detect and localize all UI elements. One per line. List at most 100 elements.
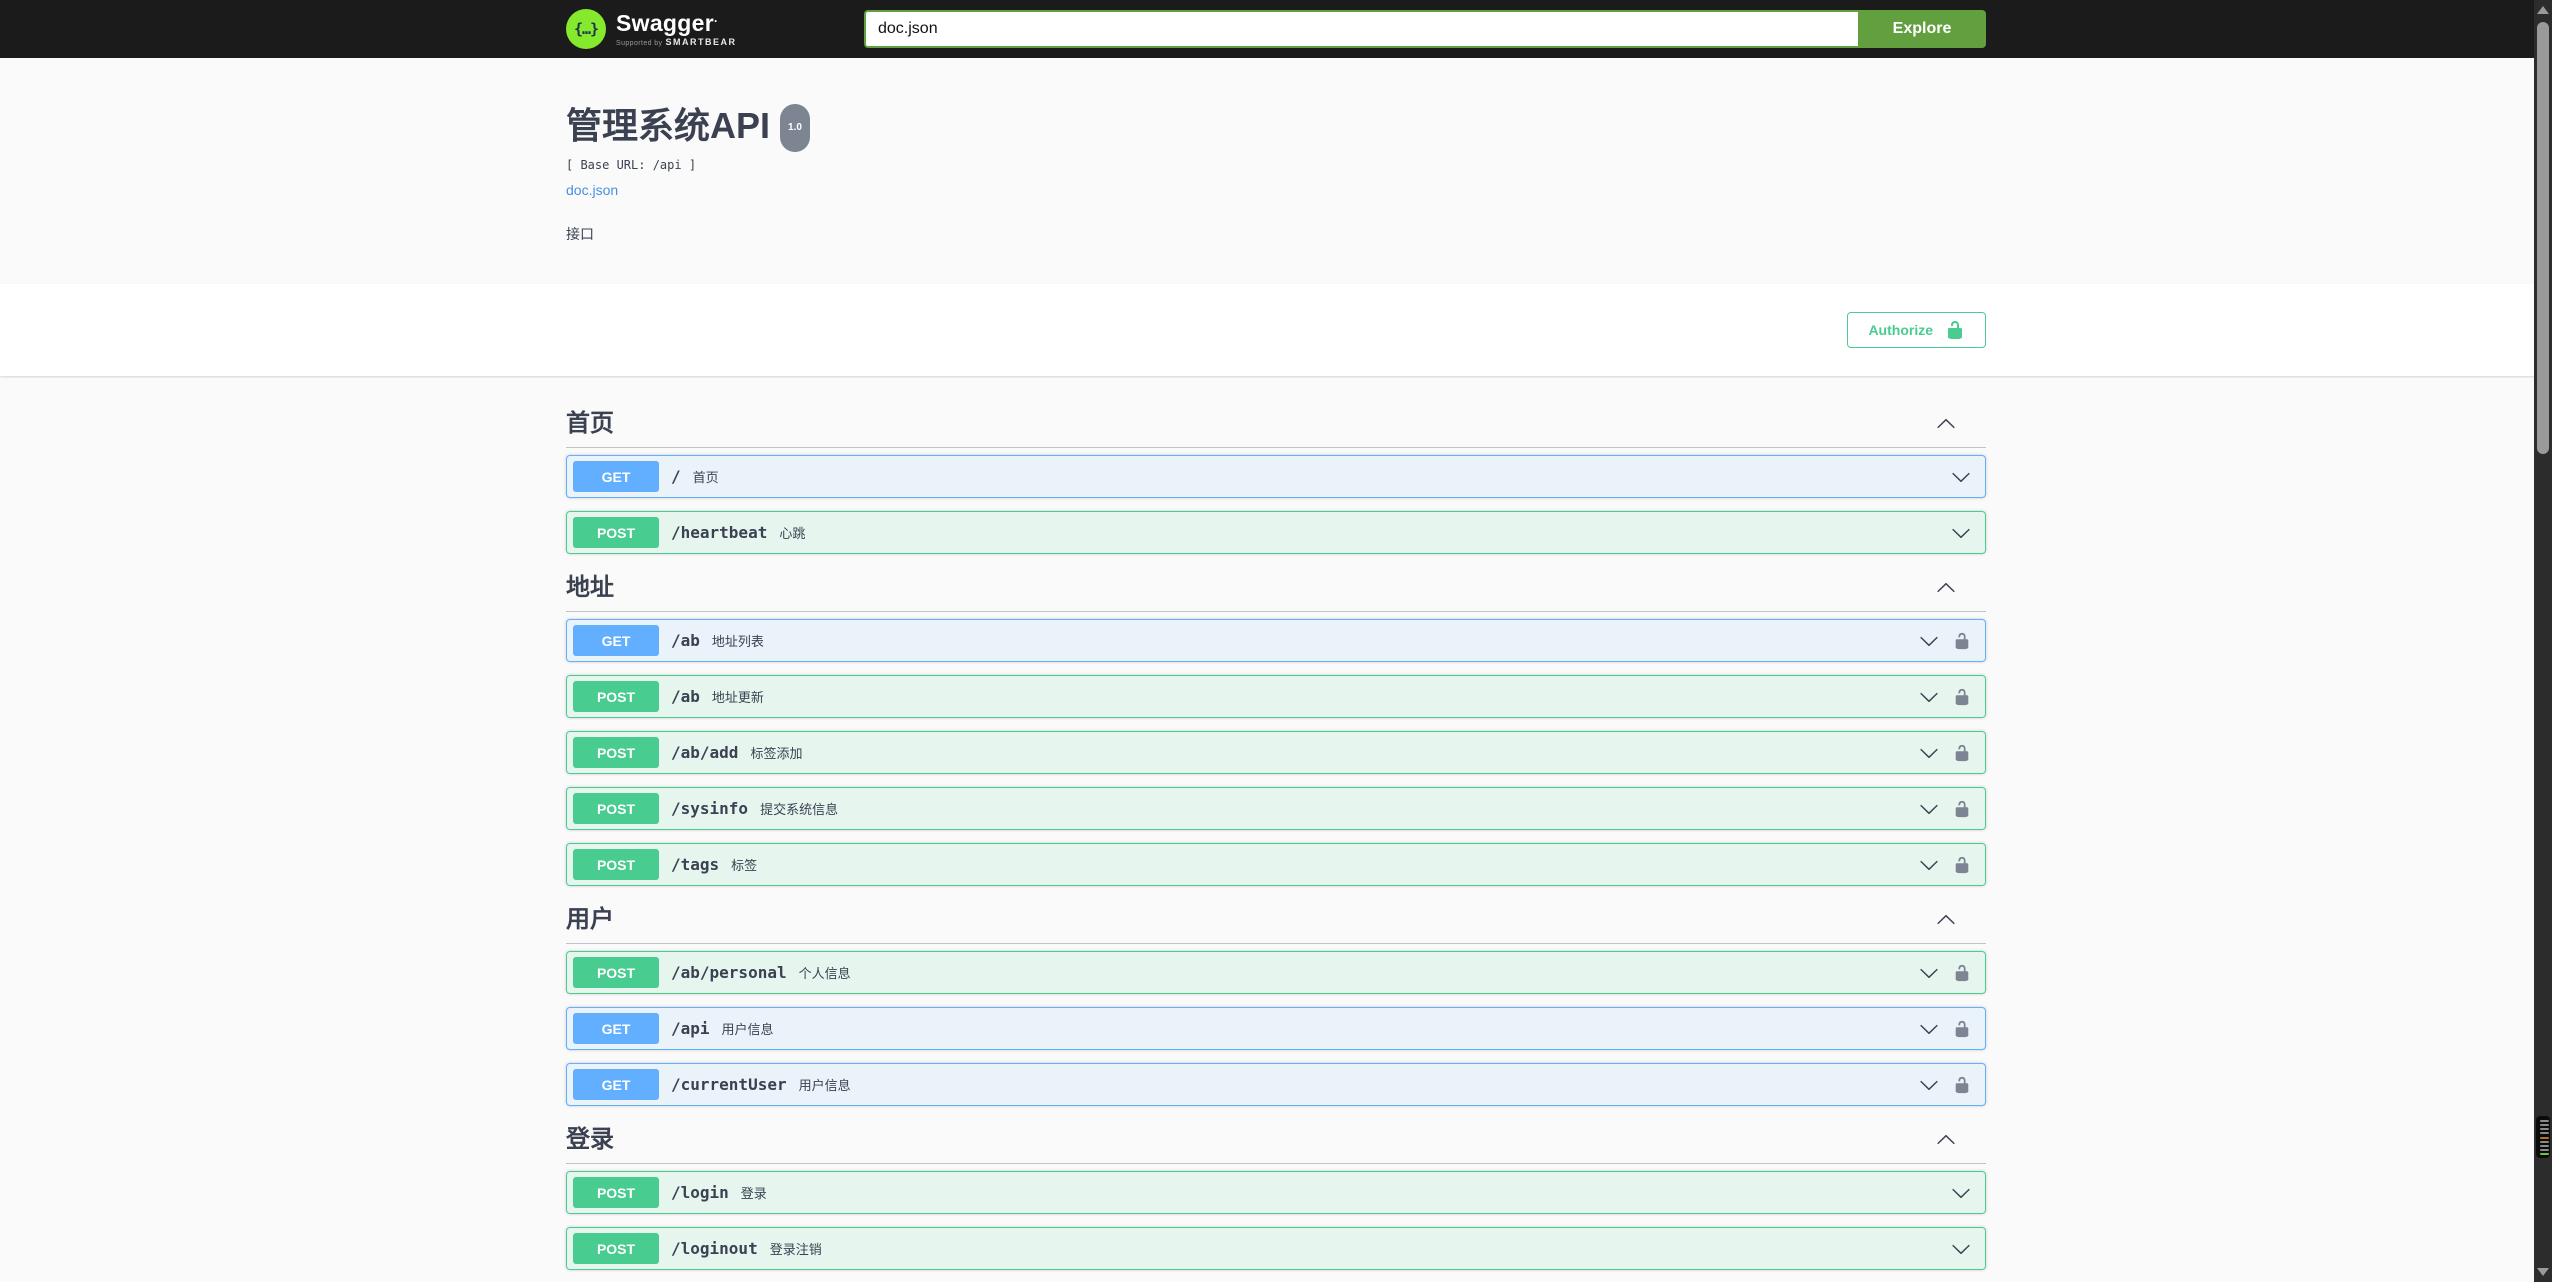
chevron-down-icon	[1952, 1244, 1970, 1254]
expand-operation-button[interactable]	[1951, 467, 1971, 487]
auth-lock-button[interactable]	[1953, 688, 1971, 706]
operation-summary: 地址更新	[711, 690, 764, 705]
auth-lock-button[interactable]	[1953, 1076, 1971, 1094]
operation-path: /login	[671, 1183, 729, 1202]
api-description: 接口	[566, 226, 594, 242]
operation-path: /ab/personal	[671, 963, 787, 982]
operation-row[interactable]: GET /api 用户信息	[566, 1007, 1986, 1050]
expand-operation-button[interactable]	[1919, 855, 1939, 875]
scroll-down-arrow-icon[interactable]	[2537, 1268, 2549, 1276]
brand-name: Swagger	[616, 9, 714, 36]
operation-path: /loginout	[671, 1239, 758, 1258]
operation-path: /tags	[671, 855, 720, 874]
expand-operation-button[interactable]	[1919, 1075, 1939, 1095]
method-badge: POST	[573, 737, 659, 768]
operation-row[interactable]: POST /login 登录	[566, 1171, 1986, 1214]
auth-lock-button[interactable]	[1953, 800, 1971, 818]
search-input[interactable]	[864, 10, 1858, 48]
expand-operation-button[interactable]	[1951, 1239, 1971, 1259]
authorize-label: Authorize	[1868, 322, 1933, 338]
expand-operation-button[interactable]	[1919, 687, 1939, 707]
operation-row[interactable]: GET /currentUser 用户信息	[566, 1063, 1986, 1106]
operation-summary: 地址列表	[711, 634, 764, 649]
section-header[interactable]: 登录	[566, 1127, 1986, 1164]
expand-operation-button[interactable]	[1919, 963, 1939, 983]
expand-operation-button[interactable]	[1919, 743, 1939, 763]
unlock-icon	[1955, 1020, 1969, 1037]
chevron-down-icon	[1920, 804, 1938, 814]
operation-row[interactable]: GET /ab 地址列表	[566, 619, 1986, 662]
operation-row[interactable]: POST /ab 地址更新	[566, 675, 1986, 718]
section-title: 地址	[566, 574, 614, 601]
operation-row[interactable]: POST /ab/personal 个人信息	[566, 951, 1986, 994]
operation-path: /api	[671, 1019, 710, 1038]
operation-summary: 标签	[731, 858, 758, 873]
operation-path: /ab/add	[671, 743, 739, 762]
chevron-down-icon	[1920, 1080, 1938, 1090]
scroll-up-arrow-icon[interactable]	[2537, 6, 2549, 14]
operations: 首页 GET / 首页 POST /heartbeat 心跳 地址 GET /a…	[566, 411, 1986, 1270]
section-title: 首页	[566, 410, 614, 437]
minimap-line	[2540, 1144, 2549, 1147]
expand-operation-button[interactable]	[1951, 1183, 1971, 1203]
scrollbar-minimap[interactable]	[2536, 1116, 2550, 1158]
operation-summary: 标签添加	[750, 746, 803, 761]
scrollbar-thumb[interactable]	[2537, 22, 2549, 454]
info-section: 管理系统API 1.0 [ Base URL: /api ] doc.json 接…	[0, 58, 2552, 284]
auth-lock-button[interactable]	[1953, 632, 1971, 650]
unlock-icon	[1955, 964, 1969, 981]
operation-row[interactable]: POST /heartbeat 心跳	[566, 511, 1986, 554]
minimap-line	[2540, 1132, 2549, 1135]
auth-lock-button[interactable]	[1953, 964, 1971, 982]
api-section: 登录 POST /login 登录 POST /loginout 登录注销	[566, 1127, 1986, 1270]
unlock-icon	[1955, 800, 1969, 817]
section-title: 用户	[566, 906, 614, 933]
explore-button[interactable]: Explore	[1858, 10, 1986, 48]
operation-row[interactable]: POST /ab/add 标签添加	[566, 731, 1986, 774]
auth-lock-button[interactable]	[1953, 1020, 1971, 1038]
chevron-down-icon	[1920, 860, 1938, 870]
chevron-up-icon	[1937, 914, 1955, 925]
unlock-icon	[1955, 688, 1969, 705]
operation-row[interactable]: GET / 首页	[566, 455, 1986, 498]
operation-row[interactable]: POST /loginout 登录注销	[566, 1227, 1986, 1270]
swagger-logo-icon: {…}	[566, 9, 606, 49]
operation-summary: 提交系统信息	[760, 802, 839, 817]
operation-summary: 用户信息	[798, 1078, 851, 1093]
minimap-line	[2540, 1148, 2549, 1151]
method-badge: POST	[573, 849, 659, 880]
section-title: 登录	[566, 1126, 614, 1153]
auth-lock-button[interactable]	[1953, 744, 1971, 762]
expand-operation-button[interactable]	[1919, 799, 1939, 819]
page-title: 管理系统API 1.0	[566, 104, 1986, 152]
section-header[interactable]: 用户	[566, 907, 1986, 944]
section-header[interactable]: 首页	[566, 411, 1986, 448]
smartbear-logo: SMARTBEAR	[665, 36, 737, 47]
method-badge: POST	[573, 957, 659, 988]
collapse-section-button[interactable]	[1936, 578, 1956, 598]
operation-summary: 登录注销	[769, 1242, 822, 1257]
chevron-down-icon	[1920, 636, 1938, 646]
method-badge: GET	[573, 461, 659, 492]
expand-operation-button[interactable]	[1919, 1019, 1939, 1039]
operation-row[interactable]: POST /tags 标签	[566, 843, 1986, 886]
operation-summary: 首页	[692, 470, 719, 485]
method-badge: GET	[573, 1013, 659, 1044]
collapse-section-button[interactable]	[1936, 1130, 1956, 1150]
expand-operation-button[interactable]	[1919, 631, 1939, 651]
unlock-icon	[1955, 744, 1969, 761]
spec-link[interactable]: doc.json	[566, 182, 618, 198]
scrollbar[interactable]	[2534, 0, 2552, 1282]
topbar: {…} Swagger. Supported bySMARTBEAR Explo…	[0, 0, 2552, 58]
collapse-section-button[interactable]	[1936, 910, 1956, 930]
operation-row[interactable]: POST /sysinfo 提交系统信息	[566, 787, 1986, 830]
section-header[interactable]: 地址	[566, 575, 1986, 612]
collapse-section-button[interactable]	[1936, 414, 1956, 434]
auth-lock-button[interactable]	[1953, 856, 1971, 874]
unlock-icon	[1955, 632, 1969, 649]
swagger-logo[interactable]: {…} Swagger. Supported by SMARTBEAR	[566, 9, 736, 49]
expand-operation-button[interactable]	[1951, 523, 1971, 543]
authorize-button[interactable]: Authorize	[1847, 312, 1986, 348]
method-badge: GET	[573, 1069, 659, 1100]
explore-form: Explore	[864, 10, 1986, 48]
